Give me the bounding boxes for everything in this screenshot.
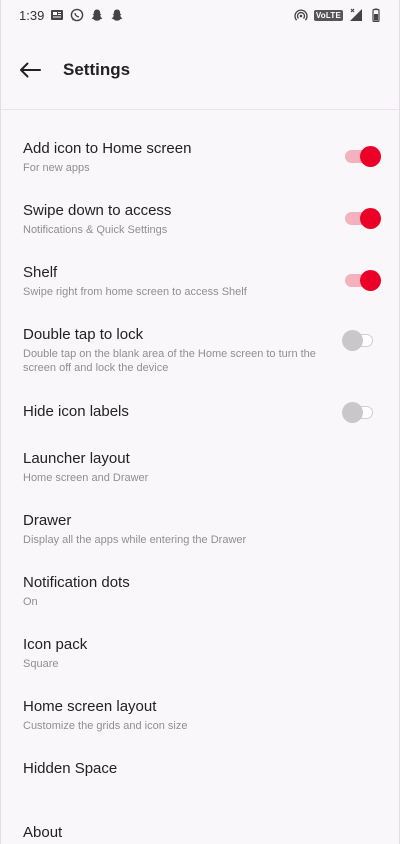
setting-hidden-space[interactable]: Hidden Space	[1, 759, 399, 823]
setting-subtitle: On	[23, 596, 38, 608]
screen: 1:39 VoLTE Settings Add icon to Home scr…	[0, 0, 400, 844]
setting-text: Icon pack Square	[23, 635, 377, 671]
toggle-thumb	[360, 146, 381, 167]
setting-text: Hidden Space	[23, 759, 377, 779]
toggle-thumb	[360, 208, 381, 229]
setting-hide-icon-labels[interactable]: Hide icon labels	[1, 402, 399, 449]
setting-title: Launcher layout	[23, 450, 130, 467]
status-left: 1:39	[19, 8, 124, 23]
double-tap-lock-toggle[interactable]	[342, 329, 377, 351]
setting-title: Icon pack	[23, 636, 88, 653]
setting-title: Double tap to lock	[23, 326, 144, 343]
setting-home-screen-layout[interactable]: Home screen layout Customize the grids a…	[1, 697, 399, 759]
volte-badge: VoLTE	[313, 9, 343, 21]
setting-shelf[interactable]: Shelf Swipe right from home screen to ac…	[1, 263, 399, 325]
setting-subtitle: Customize the grids and icon size	[23, 720, 188, 732]
page-title: Settings	[63, 59, 131, 79]
status-bar: 1:39 VoLTE	[1, 0, 399, 30]
setting-text: Drawer Display all the apps while enteri…	[23, 511, 377, 547]
setting-subtitle: Notifications & Quick Settings	[23, 224, 168, 236]
setting-title: Hidden Space	[23, 760, 118, 777]
setting-text: Launcher layout Home screen and Drawer	[23, 449, 377, 485]
setting-title: Notification dots	[23, 574, 130, 591]
status-time: 1:39	[19, 7, 45, 23]
signal-icon	[350, 8, 362, 21]
setting-subtitle: Double tap on the blank area of the Home…	[23, 348, 316, 374]
setting-add-icon-home[interactable]: Add icon to Home screen For new apps	[1, 139, 399, 201]
status-right: VoLTE	[294, 8, 383, 22]
hide-icon-labels-toggle[interactable]	[342, 401, 377, 423]
setting-subtitle: Swipe right from home screen to access S…	[23, 286, 247, 298]
app-bar: Settings	[1, 30, 399, 110]
hotspot-icon	[294, 9, 308, 21]
setting-text: Notification dots On	[23, 573, 377, 609]
toggle-thumb	[360, 270, 381, 291]
snapchat-icon	[91, 9, 103, 21]
add-icon-home-toggle[interactable]	[343, 145, 381, 167]
setting-text: Shelf Swipe right from home screen to ac…	[23, 263, 343, 299]
shelf-toggle[interactable]	[343, 269, 381, 291]
setting-subtitle: Square	[23, 658, 59, 670]
whatsapp-icon	[71, 8, 84, 22]
swipe-down-toggle[interactable]	[343, 207, 381, 229]
back-button[interactable]	[19, 59, 41, 81]
snapchat-icon-2	[111, 9, 123, 21]
setting-drawer[interactable]: Drawer Display all the apps while enteri…	[1, 511, 399, 573]
setting-title: Add icon to Home screen	[23, 140, 192, 157]
setting-notification-dots[interactable]: Notification dots On	[1, 573, 399, 635]
setting-subtitle: For new apps	[23, 162, 90, 174]
setting-title: About	[23, 824, 63, 841]
setting-title: Home screen layout	[23, 698, 157, 715]
setting-title: Shelf	[23, 264, 58, 281]
setting-subtitle: Display all the apps while entering the …	[23, 534, 247, 546]
arrow-left-icon	[20, 62, 41, 77]
settings-list: Add icon to Home screen For new apps Swi…	[1, 110, 399, 844]
setting-text: Hide icon labels	[23, 402, 343, 422]
setting-icon-pack[interactable]: Icon pack Square	[1, 635, 399, 697]
battery-icon	[372, 8, 380, 22]
news-notification-icon	[51, 10, 64, 20]
setting-text: Home screen layout Customize the grids a…	[23, 697, 377, 733]
setting-swipe-down[interactable]: Swipe down to access Notifications & Qui…	[1, 201, 399, 263]
setting-subtitle: Home screen and Drawer	[23, 472, 149, 484]
toggle-thumb	[342, 402, 363, 423]
setting-about[interactable]: About	[1, 823, 399, 844]
setting-text: Swipe down to access Notifications & Qui…	[23, 201, 343, 237]
setting-text: Double tap to lock Double tap on the bla…	[23, 325, 343, 375]
setting-launcher-layout[interactable]: Launcher layout Home screen and Drawer	[1, 449, 399, 511]
setting-title: Hide icon labels	[23, 403, 129, 420]
setting-double-tap-lock[interactable]: Double tap to lock Double tap on the bla…	[1, 325, 399, 402]
setting-title: Drawer	[23, 512, 72, 529]
setting-title: Swipe down to access	[23, 202, 172, 219]
setting-text: Add icon to Home screen For new apps	[23, 139, 343, 175]
toggle-thumb	[342, 330, 363, 351]
setting-text: About	[23, 823, 377, 843]
